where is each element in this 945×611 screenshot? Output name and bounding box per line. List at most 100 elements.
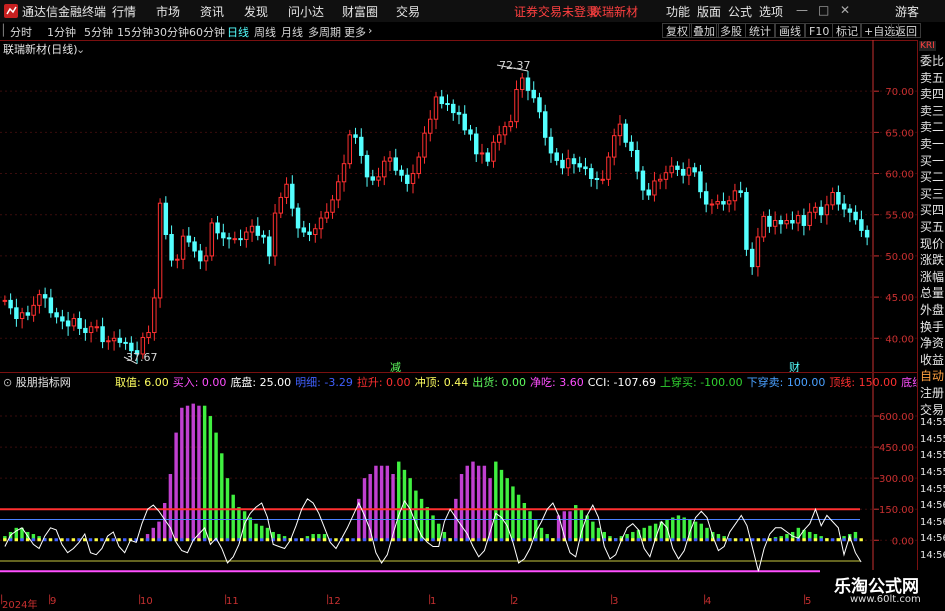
readout-item: 净吃: 3.60 (530, 376, 584, 389)
menu-layout[interactable]: 版面 (697, 3, 721, 20)
menu-quotes[interactable]: 行情 (112, 3, 136, 20)
quote-panel-item[interactable]: 卖二 (920, 118, 944, 135)
btn-mark[interactable]: 标记 (832, 23, 862, 38)
indicator-name: 股朋指标网 (15, 376, 71, 389)
menu-function[interactable]: 功能 (666, 3, 690, 20)
period-5min[interactable]: 5分钟 (84, 24, 113, 40)
zero-dot (813, 538, 818, 542)
btn-adjust[interactable]: 复权 (662, 23, 692, 38)
btn-overlay[interactable]: 叠加 (689, 23, 719, 38)
menu-discover[interactable]: 发现 (244, 3, 268, 20)
zero-dot (665, 538, 669, 542)
quote-panel-item[interactable]: 自动 (920, 367, 944, 384)
quote-panel-item[interactable]: 涨跌 (920, 251, 944, 268)
quote-panel-item[interactable]: 买一 (920, 152, 944, 169)
zero-dot (260, 538, 264, 542)
indicator-dropdown-icon[interactable]: ⊙ (3, 376, 12, 389)
zero-dot (768, 538, 772, 542)
period-daily[interactable]: 日线 (227, 24, 249, 40)
period-30min[interactable]: 30分钟 (153, 24, 189, 40)
quote-panel-item[interactable]: 现价 (920, 235, 944, 252)
menu-news[interactable]: 资讯 (200, 3, 224, 20)
quote-panel-item[interactable]: 涨幅 (920, 268, 944, 285)
period-weekly[interactable]: 周线 (254, 24, 276, 40)
btn-back[interactable]: 返回 (891, 23, 921, 38)
period-monthly[interactable]: 月线 (281, 24, 303, 40)
quote-panel-item[interactable]: 卖五 (920, 69, 944, 86)
quote-panel-item[interactable]: 净资 (920, 334, 944, 351)
quote-panel-item[interactable]: 收益 (920, 351, 944, 368)
period-15min[interactable]: 15分钟 (117, 24, 153, 40)
quote-panel-item[interactable]: 14:56 (920, 533, 945, 544)
ind-y-tick-label: 150.00 (879, 505, 914, 516)
kri-tag[interactable]: KRI (919, 41, 936, 51)
candle-body (801, 215, 807, 226)
quote-panel-item[interactable]: 外盘 (920, 301, 944, 318)
btn-stats[interactable]: 统计 (745, 23, 775, 38)
candlestick-chart[interactable]: 40.00 45.00 50.00 55.00 60.00 65.00 70.00 联瑞新材… (0, 40, 917, 373)
quote-panel-item[interactable]: 14:56 (920, 550, 945, 561)
quote-panel-item[interactable]: 14:55 (920, 434, 945, 445)
zero-dot (659, 538, 664, 542)
quote-panel-item[interactable]: 总量 (920, 284, 944, 301)
menu-trade[interactable]: 交易 (396, 3, 420, 20)
readout-key: 买入: (172, 376, 199, 389)
candle-body (594, 177, 600, 180)
quote-panel-item[interactable]: 卖一 (920, 135, 944, 152)
quote-panel-item[interactable]: 换手 (920, 318, 944, 335)
zero-dot (528, 538, 532, 542)
menu-formula[interactable]: 公式 (728, 3, 752, 20)
zero-dot (311, 538, 315, 542)
candle-body (301, 227, 307, 233)
quote-panel-item[interactable]: 14:56 (920, 517, 945, 528)
btn-f10[interactable]: F10 (805, 23, 834, 38)
btn-multistock[interactable]: 多股 (716, 23, 746, 38)
quote-panel-item[interactable]: 交易 (920, 401, 944, 418)
period-1min[interactable]: 1分钟 (47, 24, 76, 40)
quote-panel-item[interactable]: 买五 (920, 218, 944, 235)
quote-panel-item[interactable]: 14:55 (920, 484, 945, 495)
quote-panel-item[interactable]: 14:55 (920, 467, 945, 478)
x-tick-mark: | (326, 594, 330, 605)
login-notice[interactable]: 证券交易未登录 (514, 3, 598, 20)
quote-panel-item[interactable]: 卖三 (920, 102, 944, 119)
close-button[interactable]: ✕ (840, 3, 850, 17)
period-more[interactable]: 更多 (344, 24, 366, 40)
quote-panel-item[interactable]: 卖四 (920, 85, 944, 102)
down-bar (511, 486, 515, 541)
quote-panel-item[interactable]: 注册 (920, 384, 944, 401)
zero-dot (539, 538, 544, 542)
quote-panel-item[interactable]: 买四 (920, 201, 944, 218)
quote-panel-item[interactable]: 买二 (920, 168, 944, 185)
quote-panel-item[interactable]: 14:56 (920, 500, 945, 511)
quote-panel-item[interactable]: 买三 (920, 185, 944, 202)
zero-dot (299, 538, 304, 542)
menu-assistant[interactable]: 问小达 (288, 3, 324, 20)
quote-panel-item[interactable]: 14:55 (920, 417, 945, 428)
candle-body (370, 176, 375, 181)
menu-market[interactable]: 市场 (156, 3, 180, 20)
candle-body (646, 189, 651, 196)
quote-panel-item[interactable]: 14:55 (920, 450, 945, 461)
zero-dot (368, 538, 372, 542)
maximize-button[interactable]: □ (818, 3, 829, 17)
minimize-button[interactable]: — (796, 3, 808, 17)
period-timeshare[interactable]: 分时 (10, 24, 32, 40)
candle-body (542, 111, 548, 138)
more-chevron-icon[interactable]: › (368, 24, 372, 37)
stock-link[interactable]: 联瑞新材 (590, 3, 638, 20)
candle-body (744, 191, 749, 250)
menu-wealth[interactable]: 财富圈 (342, 3, 378, 20)
menu-options[interactable]: 选项 (759, 3, 783, 20)
quote-panel-item[interactable]: 委比 (920, 52, 944, 69)
x-tick-mark: | (803, 594, 807, 605)
period-60min[interactable]: 60分钟 (189, 24, 225, 40)
btn-draw[interactable]: 画线 (775, 23, 805, 38)
indicator-chart[interactable]: 0.00 150.00 300.00 450.00 600.00 (0, 373, 917, 596)
quote-panel: KRI 委比 卖五 卖四 卖三 卖二 卖一 买一 买二 买三 买四 买五 现价 涨跌 涨幅 总量 外盘 换手 净资… (917, 40, 945, 609)
label-dropdown-icon[interactable]: ⌄ (76, 43, 85, 56)
period-multi[interactable]: 多周期 (308, 24, 341, 40)
user-label[interactable]: 游客 (895, 3, 919, 20)
candle-body (778, 220, 784, 225)
candle-body (485, 152, 490, 162)
